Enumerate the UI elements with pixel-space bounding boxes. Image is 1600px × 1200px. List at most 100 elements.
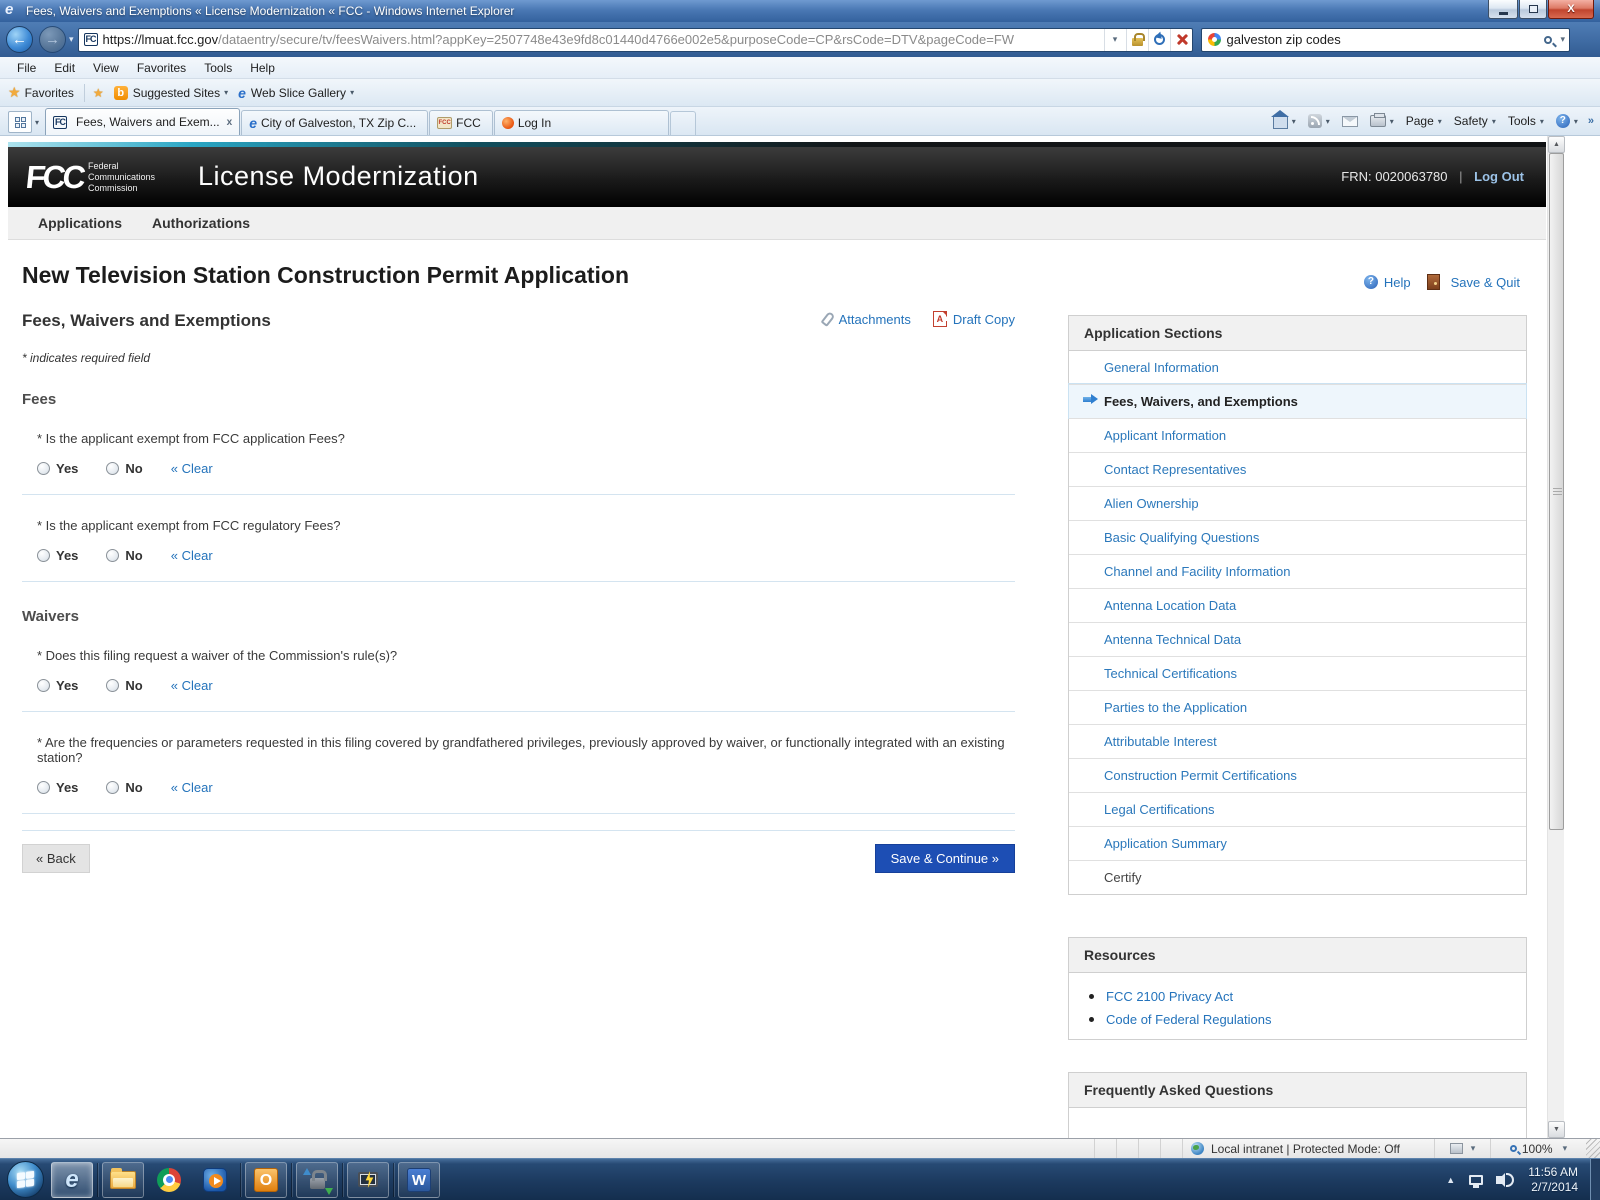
- more-commands-chevron[interactable]: »: [1588, 115, 1594, 127]
- url-text[interactable]: https://lmuat.fcc.gov/dataentry/secure/t…: [103, 32, 1104, 47]
- radio-no[interactable]: [106, 781, 120, 794]
- clear-link[interactable]: « Clear: [171, 678, 213, 693]
- tab-list-dropdown[interactable]: ▾: [35, 118, 39, 127]
- rss-dropdown[interactable]: ▾: [1326, 117, 1330, 126]
- home-icon[interactable]: [1270, 110, 1289, 129]
- sidebar-section-item[interactable]: Channel and Facility Information: [1069, 554, 1526, 588]
- speaker-icon[interactable]: [1496, 1172, 1506, 1187]
- taskbar-sync-lock-app[interactable]: [296, 1161, 338, 1198]
- scroll-up-arrow[interactable]: ▲: [1548, 136, 1565, 153]
- print-icon[interactable]: [1369, 113, 1386, 127]
- taskbar-chrome[interactable]: [148, 1162, 190, 1198]
- address-dropdown[interactable]: ▾: [1103, 28, 1126, 51]
- taskbar-internet-explorer[interactable]: e: [51, 1161, 93, 1198]
- radio-no-label[interactable]: No: [125, 780, 142, 795]
- read-mail-icon[interactable]: [1341, 115, 1358, 127]
- radio-no-label[interactable]: No: [125, 548, 142, 563]
- resource-link[interactable]: FCC 2100 Privacy Act: [1106, 989, 1233, 1004]
- back-button[interactable]: « Back: [22, 844, 90, 873]
- radio-yes-label[interactable]: Yes: [56, 548, 78, 563]
- menu-item-edit[interactable]: Edit: [45, 59, 84, 77]
- sidebar-section-item[interactable]: Application Summary: [1069, 826, 1526, 860]
- radio-no-label[interactable]: No: [125, 461, 142, 476]
- sidebar-section-item[interactable]: Basic Qualifying Questions: [1069, 520, 1526, 554]
- draft-copy-link[interactable]: Draft Copy: [953, 312, 1015, 327]
- search-input[interactable]: galveston zip codes: [1227, 32, 1545, 47]
- taskbar-clock[interactable]: 11:56 AM 2/7/2014: [1528, 1165, 1578, 1195]
- taskbar-windows-explorer[interactable]: [102, 1161, 144, 1198]
- forward-button[interactable]: →: [39, 26, 66, 53]
- sidebar-section-item[interactable]: Antenna Location Data: [1069, 588, 1526, 622]
- sidebar-section-item[interactable]: Applicant Information: [1069, 418, 1526, 452]
- radio-yes[interactable]: [37, 781, 50, 794]
- sidebar-section-item[interactable]: Construction Permit Certifications: [1069, 758, 1526, 792]
- nav-applications[interactable]: Applications: [38, 215, 122, 231]
- stop-button[interactable]: [1169, 28, 1192, 51]
- radio-yes[interactable]: [37, 549, 50, 562]
- vertical-scrollbar[interactable]: ▲ ▼: [1547, 136, 1565, 1138]
- attachments-link[interactable]: Attachments: [839, 312, 911, 327]
- taskbar-word[interactable]: W: [398, 1161, 440, 1198]
- sidebar-section-item[interactable]: Attributable Interest: [1069, 724, 1526, 758]
- rss-feed-icon[interactable]: [1307, 114, 1322, 128]
- window-titlebar[interactable]: e Fees, Waivers and Exemptions « License…: [0, 0, 1600, 22]
- radio-no[interactable]: [106, 679, 120, 692]
- taskbar-media-player[interactable]: [194, 1162, 236, 1198]
- chevron-down-icon[interactable]: ▾: [350, 88, 354, 97]
- scroll-down-arrow[interactable]: ▼: [1548, 1121, 1565, 1138]
- recent-pages-dropdown[interactable]: ▾: [69, 34, 74, 45]
- tools-menu[interactable]: Tools ▾: [1508, 114, 1544, 128]
- radio-yes[interactable]: [37, 462, 50, 475]
- tab-fcc[interactable]: FCC FCC: [429, 110, 493, 135]
- show-desktop-button[interactable]: [1590, 1158, 1600, 1200]
- safety-menu[interactable]: Safety ▾: [1454, 114, 1496, 128]
- hidden-icons-arrow[interactable]: ▲: [1446, 1175, 1455, 1185]
- radio-no[interactable]: [106, 549, 120, 562]
- search-dropdown[interactable]: ▾: [1560, 34, 1565, 45]
- minimize-button[interactable]: [1488, 0, 1518, 19]
- clear-link[interactable]: « Clear: [171, 461, 213, 476]
- search-magnifier-icon[interactable]: [1544, 35, 1553, 44]
- sidebar-section-item[interactable]: Technical Certifications: [1069, 656, 1526, 690]
- taskbar-outlook[interactable]: O: [245, 1161, 287, 1198]
- address-bar[interactable]: FC https://lmuat.fcc.gov/dataentry/secur…: [77, 27, 1193, 52]
- clear-link[interactable]: « Clear: [171, 780, 213, 795]
- quick-tabs-button[interactable]: [8, 111, 32, 133]
- clear-link[interactable]: « Clear: [171, 548, 213, 563]
- add-favorite-icon[interactable]: ★: [93, 86, 104, 100]
- zoom-control[interactable]: 100% ▾: [1490, 1139, 1586, 1158]
- tab-close-icon[interactable]: x: [227, 117, 233, 128]
- close-button[interactable]: X: [1548, 0, 1594, 19]
- new-tab-button[interactable]: [669, 111, 696, 135]
- sidebar-section-item[interactable]: Fees, Waivers, and Exemptions: [1068, 383, 1527, 419]
- favorites-button[interactable]: Favorites: [25, 86, 74, 100]
- menu-item-view[interactable]: View: [84, 59, 128, 77]
- security-lock-icon[interactable]: [1125, 28, 1148, 51]
- home-dropdown[interactable]: ▾: [1292, 117, 1296, 126]
- radio-no-label[interactable]: No: [125, 678, 142, 693]
- taskbar-putty[interactable]: [347, 1161, 389, 1198]
- logout-link[interactable]: Log Out: [1474, 169, 1524, 184]
- radio-yes-label[interactable]: Yes: [56, 461, 78, 476]
- radio-no[interactable]: [106, 462, 120, 475]
- sidebar-section-item[interactable]: Contact Representatives: [1069, 452, 1526, 486]
- radio-yes-label[interactable]: Yes: [56, 780, 78, 795]
- sidebar-section-item[interactable]: Antenna Technical Data: [1069, 622, 1526, 656]
- compatibility-view-button[interactable]: ▾: [1434, 1139, 1490, 1158]
- tab-city-of-galveston[interactable]: e City of Galveston, TX Zip C...: [241, 110, 429, 135]
- scrollbar-thumb[interactable]: [1549, 153, 1564, 830]
- resource-link[interactable]: Code of Federal Regulations: [1106, 1012, 1272, 1027]
- suggested-sites-button[interactable]: Suggested Sites: [133, 86, 220, 100]
- network-icon[interactable]: [1469, 1174, 1484, 1188]
- back-button[interactable]: ←: [6, 26, 33, 53]
- radio-yes-label[interactable]: Yes: [56, 678, 78, 693]
- sidebar-section-item[interactable]: Legal Certifications: [1069, 792, 1526, 826]
- sidebar-section-item[interactable]: Parties to the Application: [1069, 690, 1526, 724]
- refresh-button[interactable]: [1147, 28, 1170, 51]
- save-quit-link[interactable]: Save & Quit: [1451, 275, 1520, 290]
- start-button[interactable]: [7, 1161, 44, 1198]
- page-menu[interactable]: Page ▾: [1406, 114, 1442, 128]
- menu-item-tools[interactable]: Tools: [195, 59, 241, 77]
- sidebar-section-item[interactable]: General Information: [1069, 351, 1526, 384]
- maximize-button[interactable]: [1519, 0, 1547, 19]
